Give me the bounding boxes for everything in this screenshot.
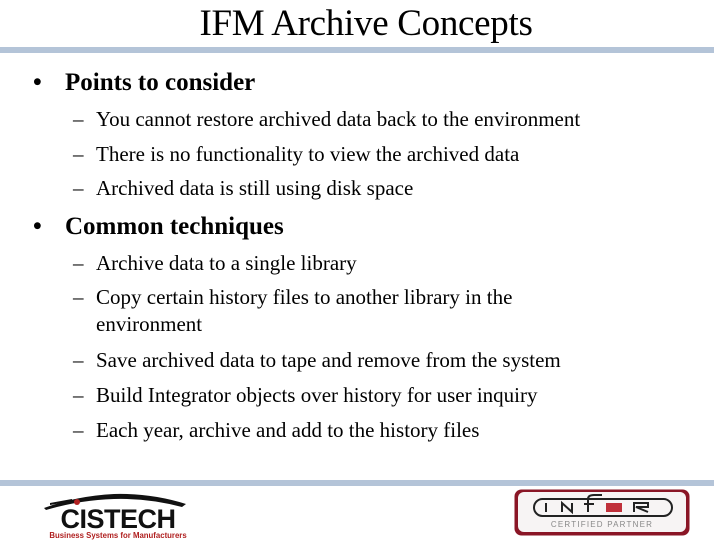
infor-subtitle: CERTIFIED PARTNER [551,520,653,529]
dash-icon: – [73,285,84,309]
cistech-logo: CISTECH Business Systems for Manufacture… [36,490,201,540]
list-item: – Copy certain history files to another … [73,284,573,338]
section-heading-text: Common techniques [65,213,284,240]
dash-icon: – [73,418,84,442]
cistech-tagline: Business Systems for Manufacturers [49,531,187,540]
list-item: – Save archived data to tape and remove … [73,347,673,374]
title-divider [0,47,714,53]
section-heading: • Common techniques [33,212,284,242]
dash-icon: – [73,107,84,131]
list-item-text: There is no functionality to view the ar… [96,142,520,166]
bullet-icon: • [33,69,42,96]
section-heading: • Points to consider [33,68,255,98]
list-item-text: Each year, archive and add to the histor… [96,418,480,442]
dash-icon: – [73,251,84,275]
list-item-text: Build Integrator objects over history fo… [96,383,538,407]
list-item-text: Copy certain history files to another li… [96,285,513,336]
slide-title: IFM Archive Concepts [199,3,533,44]
infor-certified-partner-logo: CERTIFIED PARTNER [514,489,690,536]
list-item: – Archive data to a single library [73,250,673,277]
footer-divider [0,480,714,486]
list-item: – Archived data is still using disk spac… [73,175,673,202]
list-item-text: You cannot restore archived data back to… [96,107,581,131]
list-item: – There is no functionality to view the … [73,141,673,168]
list-item: – Each year, archive and add to the hist… [73,417,673,444]
dash-icon: – [73,348,84,372]
list-item-text: Save archived data to tape and remove fr… [96,348,561,372]
bullet-icon: • [33,213,42,240]
section-heading-text: Points to consider [65,69,256,96]
list-item: – You cannot restore archived data back … [73,106,673,133]
dash-icon: – [73,142,84,166]
list-item-text: Archived data is still using disk space [96,176,414,200]
dash-icon: – [73,383,84,407]
dash-icon: – [73,176,84,200]
list-item-text: Archive data to a single library [96,251,357,275]
cistech-wordmark: CISTECH [60,504,175,534]
list-item: – Build Integrator objects over history … [73,382,673,409]
